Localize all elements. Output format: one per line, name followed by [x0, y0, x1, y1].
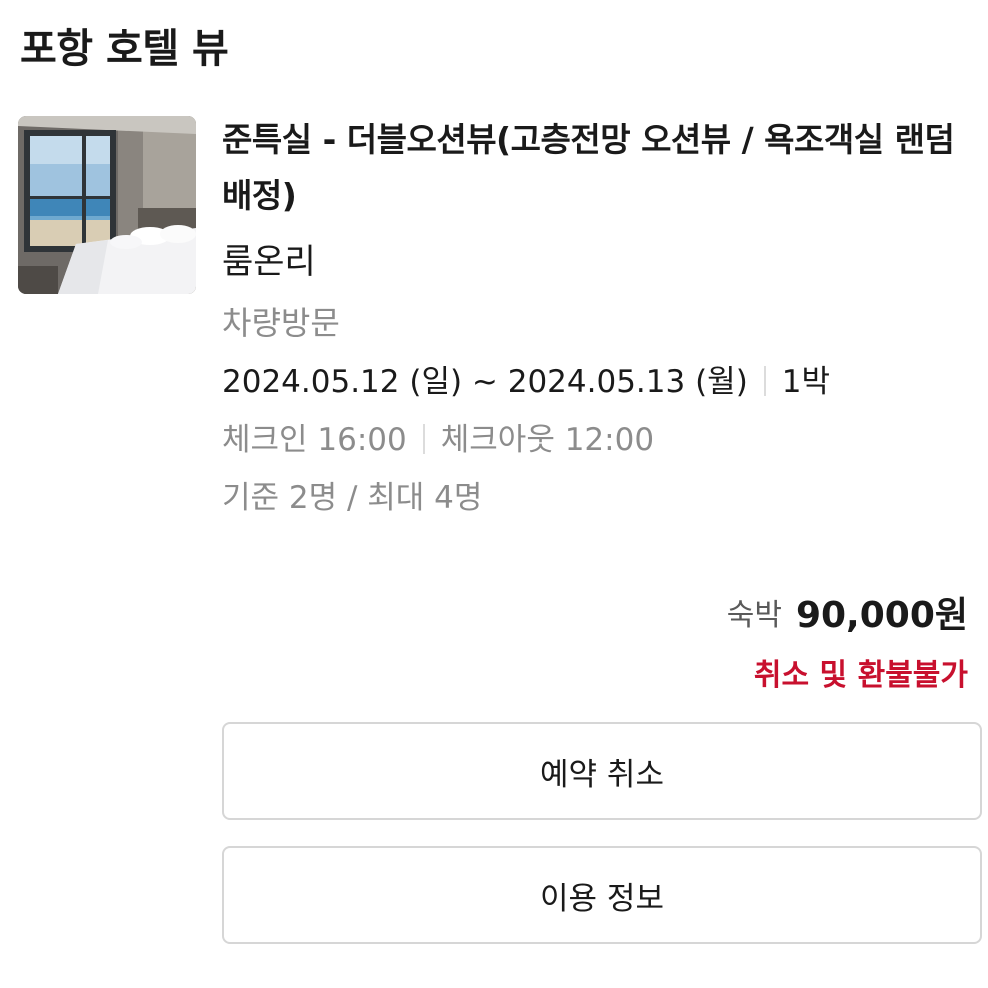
- visit-type: 차량방문: [222, 304, 340, 342]
- room-type: 룸온리: [222, 242, 316, 282]
- room-photo-image: [18, 116, 196, 294]
- checkin-checkout-row: 체크인 16:00 체크아웃 12:00: [222, 420, 972, 460]
- price-row: 숙박 90,000원: [727, 586, 968, 638]
- divider: [422, 424, 425, 454]
- divider: [763, 366, 766, 396]
- price-label: 숙박: [726, 598, 782, 633]
- occupancy: 기준 2명 / 최대 4명: [222, 480, 483, 516]
- stay-dates-row: 2024.05.12 (일) ~ 2024.05.13 (월) 1박: [222, 362, 972, 402]
- room-name: 준특실 - 더블오션뷰(고층전망 오션뷰 / 욕조객실 랜덤배정): [222, 120, 955, 215]
- date-range: 2024.05.12 (일) ~ 2024.05.13 (월): [222, 364, 748, 400]
- hotel-name: 포항 호텔 뷰: [20, 26, 229, 72]
- cancel-reservation-button[interactable]: 예약 취소: [222, 722, 982, 820]
- room-photo[interactable]: [18, 116, 196, 294]
- nights-count: 1박: [781, 364, 831, 400]
- refund-notice: 취소 및 환불불가: [753, 658, 968, 693]
- price-amount: 90,000원: [795, 595, 968, 636]
- reservation-info: 준특실 - 더블오션뷰(고층전망 오션뷰 / 욕조객실 랜덤배정) 룸온리 차량…: [222, 112, 972, 518]
- usage-info-button[interactable]: 이용 정보: [222, 846, 982, 944]
- checkout-time: 체크아웃 12:00: [440, 422, 655, 458]
- checkin-time: 체크인 16:00: [222, 422, 407, 458]
